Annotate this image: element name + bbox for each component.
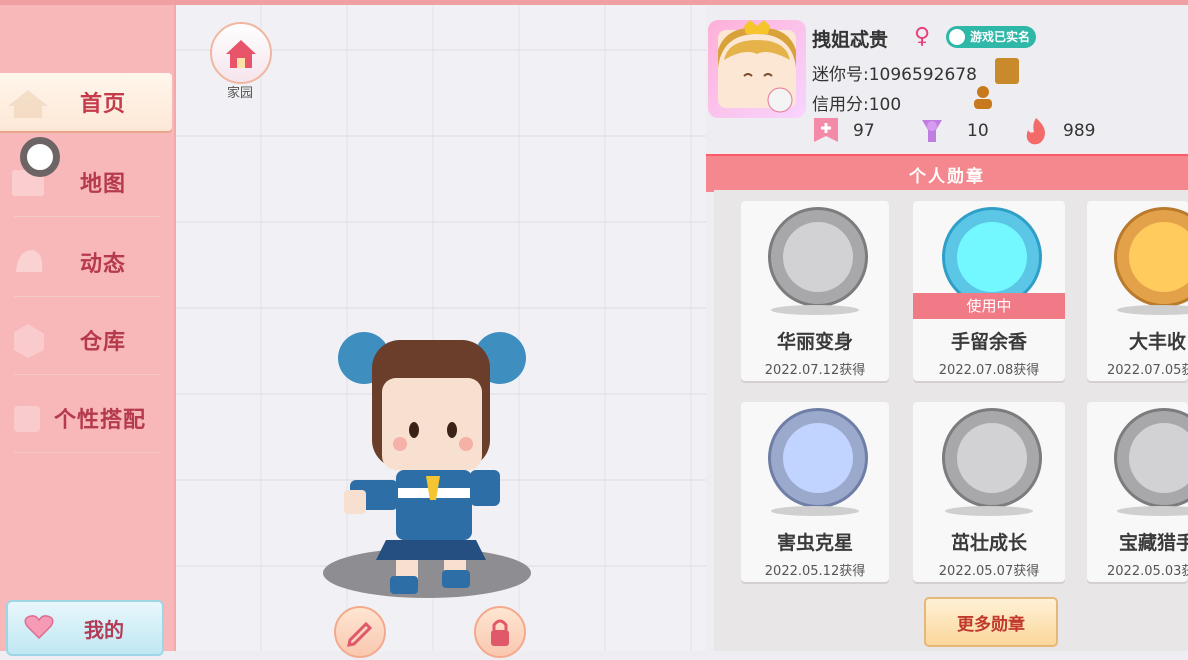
flame-icon bbox=[1026, 118, 1045, 145]
badge-date: 2022.05.12获得 bbox=[764, 564, 866, 579]
verified-person-icon bbox=[949, 29, 965, 45]
stat-popularity: 989 bbox=[1063, 121, 1096, 141]
mine-label: 我的 bbox=[84, 617, 124, 642]
verified-label: 游戏已实名 bbox=[970, 30, 1031, 44]
profile-avatar[interactable] bbox=[708, 20, 806, 118]
player-avatar bbox=[338, 332, 526, 594]
sidebar-item-label: 个性搭配 bbox=[54, 408, 147, 433]
badge-card[interactable]: 宝藏猎手 2022.05.03获得 bbox=[1087, 402, 1188, 582]
badge-date: 2022.05.03获得 bbox=[1107, 564, 1188, 579]
house-icon bbox=[226, 40, 256, 68]
pencil-icon bbox=[347, 621, 373, 647]
box-icon bbox=[14, 324, 44, 358]
badge-medal-icon bbox=[768, 207, 868, 307]
badge-medal-icon bbox=[942, 207, 1042, 307]
sidebar-item-storage[interactable]: 仓库 bbox=[0, 305, 170, 375]
badge-name: 手留余香 bbox=[950, 331, 1027, 353]
cheer-icon bbox=[922, 120, 942, 142]
badge-section-header: 个人勋章 bbox=[706, 154, 1188, 192]
sidebar-item-home[interactable]: 首页 bbox=[0, 73, 172, 131]
avatar-face bbox=[718, 20, 796, 113]
badge-section-title: 个人勋章 bbox=[909, 167, 985, 187]
touch-indicator bbox=[20, 137, 60, 177]
stat-medals: 97 bbox=[853, 121, 875, 141]
more-badges-label: 更多勋章 bbox=[957, 614, 1025, 635]
home-button[interactable] bbox=[210, 22, 272, 84]
sidebar-item-label: 首页 bbox=[80, 92, 127, 117]
sidebar-item-label: 动态 bbox=[80, 252, 127, 277]
badge-name: 大丰收 bbox=[1129, 331, 1187, 353]
home-label: 家园 bbox=[226, 86, 253, 101]
heart-icon bbox=[24, 615, 54, 640]
edit-button[interactable] bbox=[334, 606, 386, 658]
mine-button[interactable]: 我的 bbox=[6, 600, 164, 656]
badge-name: 华丽变身 bbox=[776, 331, 853, 353]
sidebar-item-feed[interactable]: 动态 bbox=[0, 227, 170, 297]
medal-plus-icon bbox=[814, 118, 838, 142]
badge-card-active[interactable]: 使用中 手留余香 2022.07.08获得 bbox=[913, 201, 1065, 381]
lock-icon bbox=[491, 619, 509, 646]
verified-badge: 游戏已实名 bbox=[946, 26, 1037, 48]
sidebar-item-label: 地图 bbox=[80, 172, 127, 197]
badge-name: 茁壮成长 bbox=[950, 532, 1027, 554]
copy-icon[interactable] bbox=[995, 58, 1019, 84]
sidebar-item-outfit[interactable]: 个性搭配 bbox=[0, 383, 170, 453]
female-gender-icon: ♀ bbox=[914, 24, 931, 49]
badge-medal-icon bbox=[942, 408, 1042, 508]
badge-name: 害虫克星 bbox=[776, 532, 853, 554]
badge-medal-icon bbox=[1114, 207, 1188, 307]
more-badges-button[interactable]: 更多勋章 bbox=[924, 597, 1058, 647]
badge-medal-icon bbox=[768, 408, 868, 508]
badge-card[interactable]: 茁壮成长 2022.05.07获得 bbox=[913, 402, 1065, 582]
badge-date: 2022.05.07获得 bbox=[938, 564, 1040, 579]
badge-card[interactable]: 大丰收 2022.07.05获得 bbox=[1087, 201, 1188, 381]
bell-icon bbox=[16, 250, 43, 272]
outfit-icon bbox=[14, 406, 40, 432]
badge-date: 2022.07.08获得 bbox=[938, 363, 1040, 378]
sidebar: 首页 地图 动态 仓库 个性搭配 我的 bbox=[0, 5, 176, 656]
in-use-tag: 使用中 bbox=[913, 293, 1065, 319]
credit-person-icon[interactable] bbox=[970, 84, 996, 110]
player-name: 拽姐忒贵 bbox=[812, 29, 889, 51]
badge-card[interactable]: 华丽变身 2022.07.12获得 bbox=[741, 201, 889, 381]
badge-card[interactable]: 害虫克星 2022.05.12获得 bbox=[741, 402, 889, 582]
badge-medal-icon bbox=[1114, 408, 1188, 508]
badge-name: 宝藏猎手 bbox=[1119, 532, 1188, 554]
sidebar-item-label: 仓库 bbox=[80, 330, 127, 355]
mini-id: 迷你号:1096592678 bbox=[812, 65, 977, 85]
badge-date: 2022.07.12获得 bbox=[764, 363, 866, 378]
home-tab-icon bbox=[8, 90, 48, 118]
credit-score: 信用分:100 bbox=[812, 95, 902, 115]
stat-likes: 10 bbox=[967, 121, 989, 141]
badge-date: 2022.07.05获得 bbox=[1107, 363, 1188, 378]
lock-button[interactable] bbox=[474, 606, 526, 658]
